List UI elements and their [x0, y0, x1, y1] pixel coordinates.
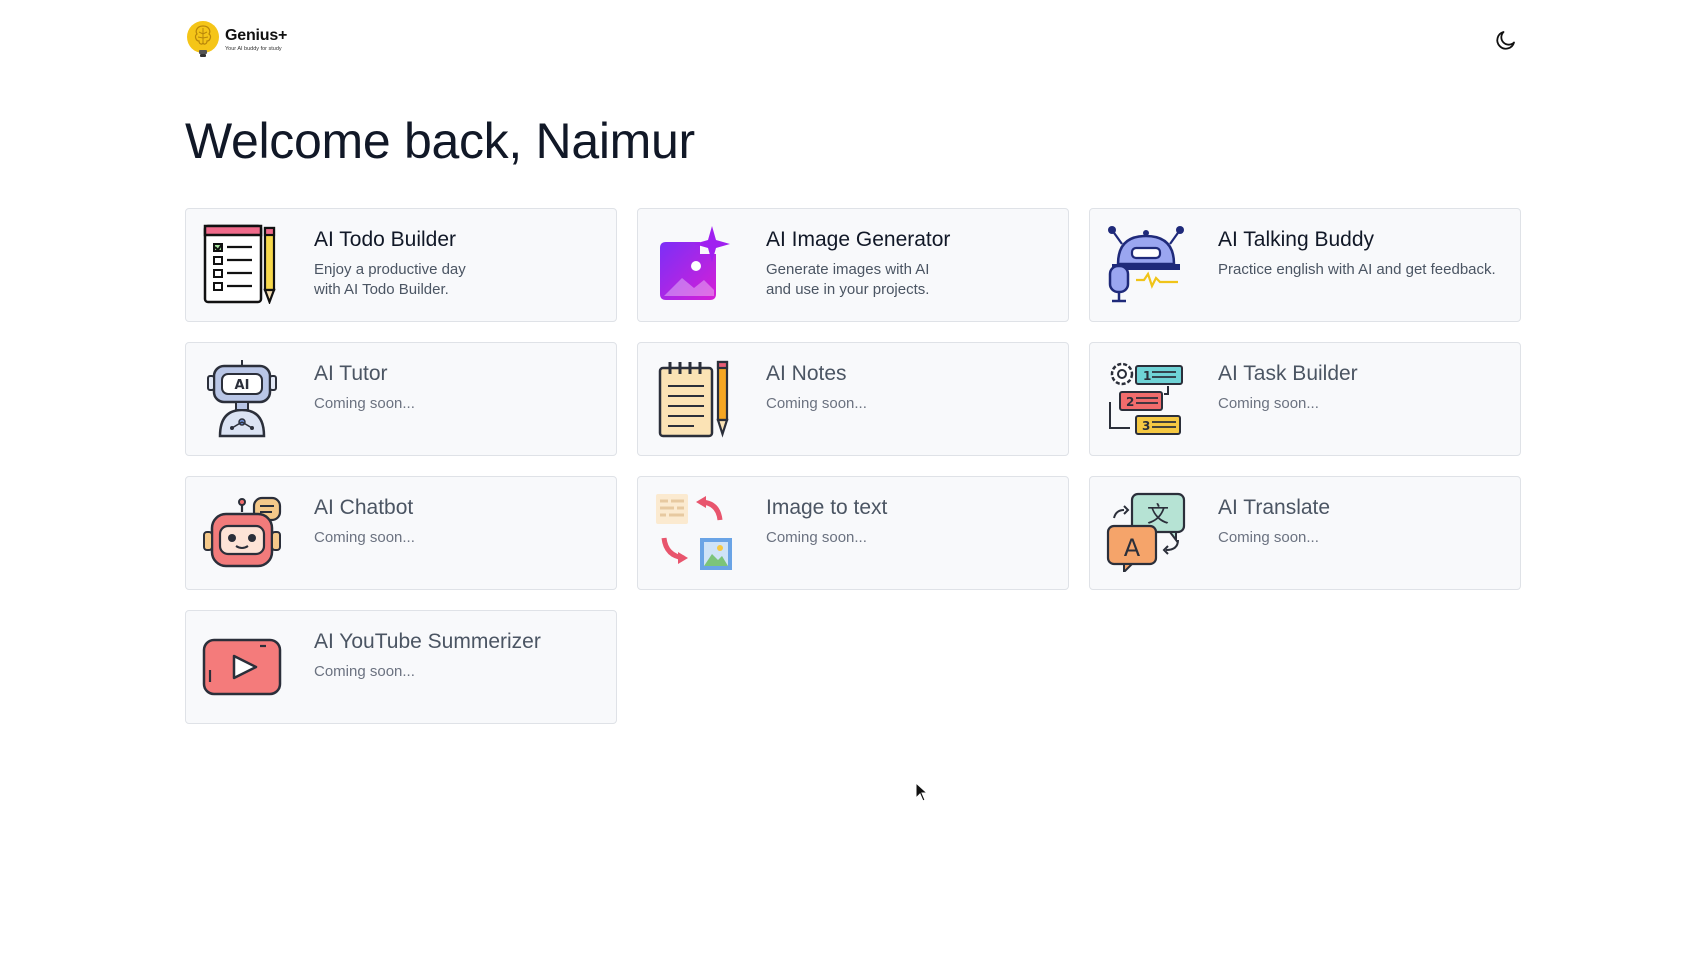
image-sparkle-icon	[654, 224, 734, 304]
card-ai-image-generator[interactable]: AI Image Generator Generate images with …	[637, 208, 1069, 322]
card-ai-task-builder[interactable]: 1 2 3 AI Task Builder Coming soon...	[1089, 342, 1521, 456]
chatbot-icon	[202, 492, 282, 572]
card-ai-tutor[interactable]: AI AI Tutor Coming soon...	[185, 342, 617, 456]
tools-grid: AI Todo Builder Enjoy a productive day w…	[185, 208, 1521, 724]
card-ai-todo-builder[interactable]: AI Todo Builder Enjoy a productive day w…	[185, 208, 617, 322]
card-ai-youtube-summerizer[interactable]: AI YouTube Summerizer Coming soon...	[185, 610, 617, 724]
card-title: AI Tutor	[314, 362, 388, 385]
card-title: AI Task Builder	[1218, 362, 1358, 385]
moon-icon	[1496, 31, 1515, 50]
ai-tutor-icon: AI	[202, 358, 282, 438]
todo-list-icon	[202, 224, 282, 304]
home-page: Genius+ Your AI buddy for study Welcome …	[0, 0, 1706, 954]
svg-text:AI: AI	[235, 378, 250, 393]
brand-logo[interactable]: Genius+ Your AI buddy for study	[185, 20, 287, 60]
card-title: Image to text	[766, 496, 888, 519]
card-ai-talking-buddy[interactable]: AI Talking Buddy Practice english with A…	[1089, 208, 1521, 322]
top-header: Genius+ Your AI buddy for study	[185, 18, 1521, 62]
card-title: AI Translate	[1218, 496, 1331, 519]
card-title: AI Image Generator	[766, 228, 951, 251]
card-description: Coming soon...	[314, 529, 415, 546]
welcome-heading: Welcome back, Naimur	[185, 113, 695, 169]
card-title: AI Talking Buddy	[1218, 228, 1375, 251]
card-ai-notes[interactable]: AI Notes Coming soon...	[637, 342, 1069, 456]
card-description: Practice english with AI and get feedbac…	[1218, 261, 1496, 278]
card-title: AI Todo Builder	[314, 228, 457, 251]
card-title: AI Chatbot	[314, 496, 414, 519]
svg-text:1: 1	[1143, 369, 1151, 383]
task-steps-icon: 1 2 3	[1106, 358, 1186, 438]
card-description: Generate images with AI and use in your …	[766, 261, 930, 298]
card-description: Coming soon...	[314, 395, 415, 412]
card-description: Coming soon...	[1218, 529, 1319, 546]
brand-name: Genius+	[225, 26, 288, 44]
card-ai-translate[interactable]: 文 A AI Translate Coming soon...	[1089, 476, 1521, 590]
brand-tagline: Your AI buddy for study	[225, 45, 282, 52]
mouse-pointer-icon	[915, 782, 929, 802]
image-to-text-icon	[654, 492, 734, 572]
robot-microphone-icon	[1106, 224, 1186, 304]
svg-text:3: 3	[1142, 419, 1150, 433]
youtube-icon	[202, 626, 282, 706]
card-description: Coming soon...	[314, 663, 415, 680]
card-description: Coming soon...	[766, 395, 867, 412]
lightbulb-brain-icon	[187, 21, 219, 57]
card-ai-chatbot[interactable]: AI Chatbot Coming soon...	[185, 476, 617, 590]
notepad-icon	[654, 358, 734, 438]
card-image-to-text[interactable]: Image to text Coming soon...	[637, 476, 1069, 590]
svg-text:2: 2	[1126, 395, 1134, 409]
theme-toggle-button[interactable]	[1491, 25, 1521, 55]
svg-text:文: 文	[1147, 503, 1169, 528]
card-description: Coming soon...	[1218, 395, 1319, 412]
card-description: Coming soon...	[766, 529, 867, 546]
svg-text:A: A	[1124, 534, 1141, 562]
translate-icon: 文 A	[1106, 492, 1186, 572]
card-title: AI YouTube Summerizer	[314, 630, 541, 653]
card-description: Enjoy a productive day with AI Todo Buil…	[314, 261, 466, 298]
card-title: AI Notes	[766, 362, 847, 385]
